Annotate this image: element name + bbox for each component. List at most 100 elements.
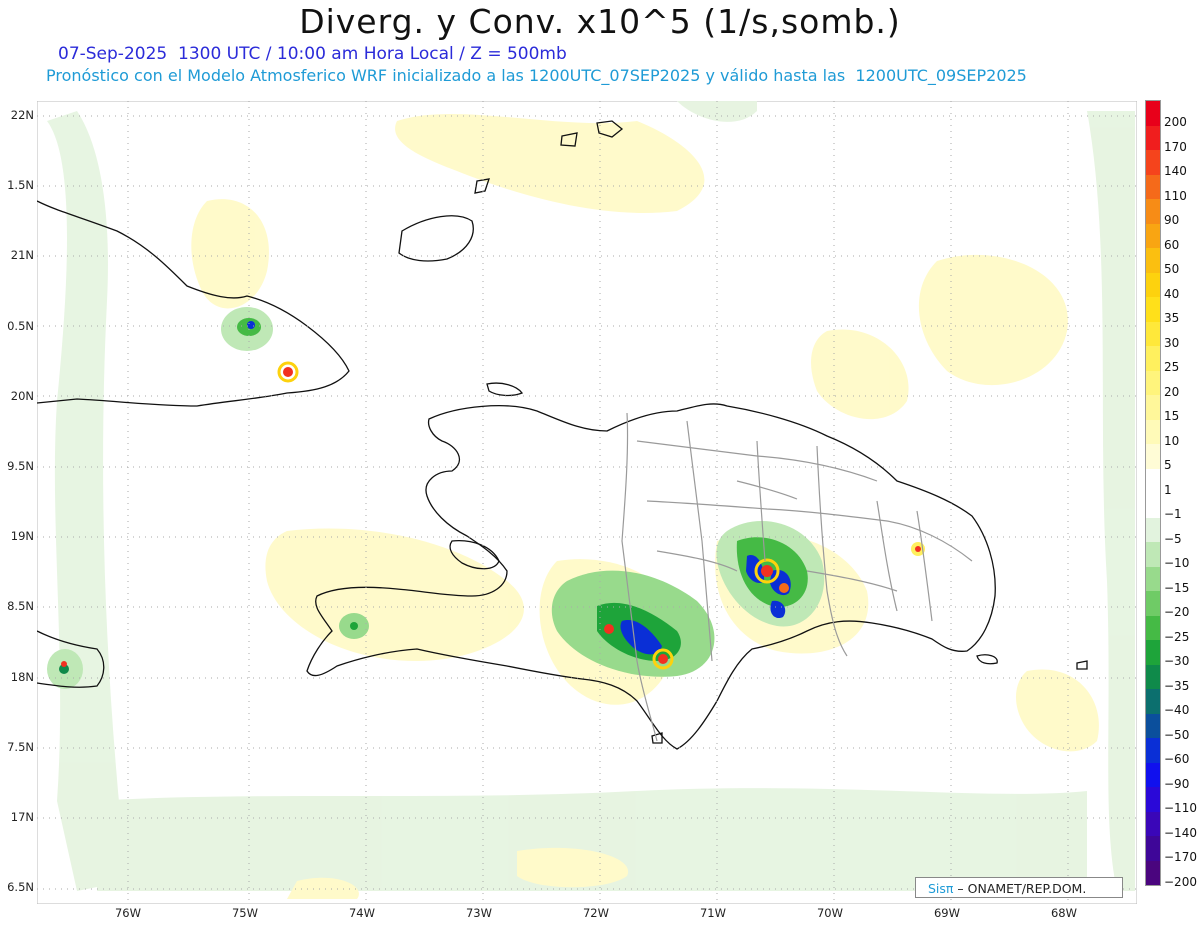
colorbar-tick-label: 140 bbox=[1164, 164, 1187, 178]
lon-label: 71W bbox=[699, 906, 726, 920]
lat-label: 8.5N bbox=[7, 599, 34, 614]
lat-label: 22N bbox=[10, 108, 34, 122]
lon-label: 73W bbox=[465, 906, 492, 920]
lat-label: 18N bbox=[10, 669, 34, 684]
colorbar-segment bbox=[1145, 566, 1161, 591]
colorbar-tick-label: 25 bbox=[1164, 360, 1180, 374]
cell-core bbox=[61, 661, 67, 667]
lat-label: 7.5N bbox=[7, 739, 34, 754]
colorbar-segment bbox=[1145, 811, 1161, 836]
colorbar-segment bbox=[1145, 395, 1161, 420]
lat-label: 6.5N bbox=[7, 880, 34, 895]
lon-label: 72W bbox=[582, 906, 609, 920]
colorbar-segment bbox=[1145, 591, 1161, 616]
cell-core bbox=[915, 546, 921, 552]
colorbar-segment bbox=[1145, 640, 1161, 665]
valid-time-subtitle: 07-Sep-2025 1300 UTC / 10:00 am Hora Loc… bbox=[58, 44, 567, 64]
colorbar-tick-label: −110 bbox=[1164, 801, 1197, 815]
lat-label: 21N bbox=[10, 248, 34, 263]
cell-core bbox=[350, 622, 358, 630]
colorbar-tick-label: −170 bbox=[1164, 850, 1197, 864]
colorbar-tick-label: 110 bbox=[1164, 188, 1187, 203]
colorbar-segment bbox=[1145, 444, 1161, 469]
colorbar bbox=[1145, 100, 1161, 886]
lat-label: 9.5N bbox=[7, 459, 34, 473]
colorbar-segment bbox=[1145, 542, 1161, 567]
colorbar-segment bbox=[1145, 738, 1161, 763]
lat-label: 17N bbox=[10, 810, 34, 824]
colorbar-segment bbox=[1145, 272, 1161, 297]
colorbar-tick-label: −25 bbox=[1164, 629, 1190, 644]
colorbar-tick-label: −15 bbox=[1164, 580, 1190, 595]
colorbar-tick-label: −35 bbox=[1164, 678, 1190, 693]
colorbar-tick-label: 35 bbox=[1164, 311, 1180, 325]
colorbar-tick-label: −30 bbox=[1164, 654, 1190, 668]
colorbar-segment bbox=[1145, 615, 1161, 640]
colorbar-tick-label: 90 bbox=[1164, 213, 1180, 227]
colorbar-tick-label: 30 bbox=[1164, 335, 1180, 350]
colorbar-tick-label: 60 bbox=[1164, 237, 1180, 252]
colorbar-tick-label: −50 bbox=[1164, 727, 1190, 742]
colorbar-segment bbox=[1145, 346, 1161, 371]
colorbar-tick-label: 10 bbox=[1164, 433, 1180, 448]
colorbar-tick-label: −60 bbox=[1164, 752, 1190, 766]
colorbar-tick-label: −1 bbox=[1164, 507, 1182, 521]
colorbar-segment bbox=[1145, 174, 1161, 199]
cell-core bbox=[604, 624, 614, 634]
cell-core bbox=[779, 583, 789, 593]
cell-core bbox=[761, 565, 773, 577]
colorbar-tick-label: 5 bbox=[1164, 458, 1172, 472]
colorbar-segment bbox=[1145, 419, 1161, 444]
colorbar-tick-label: −20 bbox=[1164, 605, 1190, 619]
colorbar-segment bbox=[1145, 468, 1161, 493]
colorbar-tick-label: −40 bbox=[1164, 703, 1190, 717]
colorbar-segment bbox=[1145, 713, 1161, 738]
map-title: Diverg. y Conv. x10^5 (1/s,somb.) bbox=[299, 2, 901, 41]
colorbar-segment bbox=[1145, 248, 1161, 273]
lon-label: 70W bbox=[816, 906, 843, 920]
colorbar-segment bbox=[1145, 493, 1161, 518]
colorbar-segment bbox=[1145, 199, 1161, 224]
colorbar-tick-label: 20 bbox=[1164, 384, 1180, 399]
cell-core bbox=[283, 367, 293, 377]
colorbar-tick-label: −10 bbox=[1164, 556, 1190, 570]
colorbar-tick-label: 1 bbox=[1164, 482, 1172, 497]
colorbar-segment bbox=[1145, 689, 1161, 714]
model-info-subtitle: Pronóstico con el Modelo Atmosferico WRF… bbox=[46, 66, 1027, 85]
credit-box: Sisπ – ONAMET/REP.DOM. bbox=[915, 877, 1123, 898]
colorbar-tick-label: −200 bbox=[1164, 874, 1197, 889]
colorbar-segment bbox=[1145, 517, 1161, 542]
colorbar-segment bbox=[1145, 297, 1161, 322]
colorbar-segment bbox=[1145, 101, 1161, 126]
colorbar-tick-label: 50 bbox=[1164, 262, 1180, 276]
lat-label: 0.5N bbox=[7, 318, 34, 333]
colorbar-segment bbox=[1145, 860, 1161, 885]
cell-core bbox=[247, 321, 255, 329]
lat-label: 20N bbox=[10, 388, 34, 403]
colorbar-segment bbox=[1145, 223, 1161, 248]
lat-label: 1.5N bbox=[7, 178, 34, 193]
lat-label: 19N bbox=[10, 529, 34, 544]
colorbar-tick-label: 15 bbox=[1164, 409, 1180, 423]
colorbar-segment bbox=[1145, 664, 1161, 689]
lon-label: 69W bbox=[933, 906, 960, 920]
colorbar-tick-label: 170 bbox=[1164, 139, 1187, 154]
credit-text: – ONAMET/REP.DOM. bbox=[953, 881, 1087, 896]
colorbar-segment bbox=[1145, 787, 1161, 812]
colorbar-segment bbox=[1145, 321, 1161, 346]
colorbar-tick-label: −5 bbox=[1164, 531, 1182, 546]
map-panel bbox=[37, 101, 1137, 904]
lon-label: 76W bbox=[114, 906, 141, 920]
colorbar-segment bbox=[1145, 150, 1161, 175]
sispi-logo-text: Sisπ bbox=[928, 881, 954, 896]
colorbar-segment bbox=[1145, 370, 1161, 395]
colorbar-tick-label: −90 bbox=[1164, 776, 1190, 791]
colorbar-segment bbox=[1145, 836, 1161, 861]
colorbar-segment bbox=[1145, 762, 1161, 787]
colorbar-tick-label: 40 bbox=[1164, 286, 1180, 301]
lon-label: 68W bbox=[1050, 906, 1077, 920]
cell-core bbox=[658, 654, 668, 664]
lon-label: 74W bbox=[348, 906, 375, 920]
colorbar-segment bbox=[1145, 125, 1161, 150]
lon-label: 75W bbox=[231, 906, 258, 920]
